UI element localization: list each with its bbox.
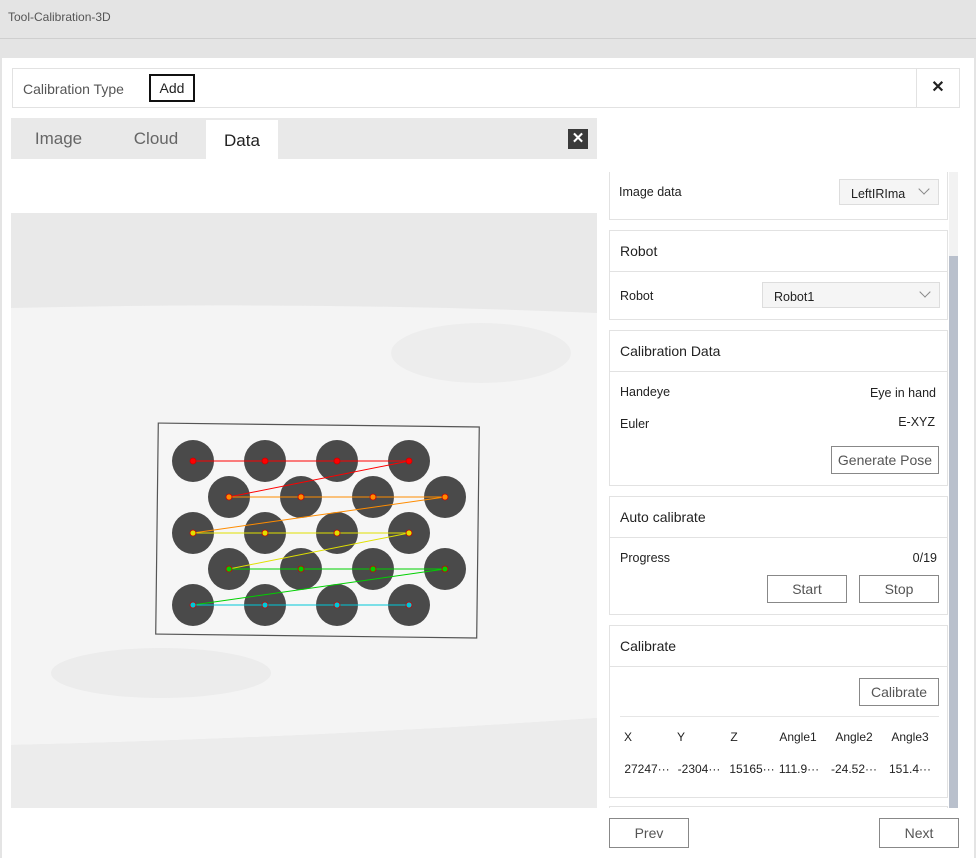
header-z: Z: [730, 730, 738, 744]
robot-label: Robot: [620, 289, 654, 303]
header-angle3: Angle3: [891, 730, 929, 744]
value-y: -2304···: [677, 762, 721, 776]
viewer-panel: Image Cloud Data ✕: [11, 118, 597, 858]
detected-center-marker: [369, 493, 377, 501]
detected-center-marker: [189, 529, 197, 537]
window-title: Tool-Calibration-3D: [8, 10, 111, 24]
header-x: X: [623, 730, 632, 744]
detected-center-marker: [441, 565, 449, 573]
detected-center-marker: [189, 601, 197, 609]
detected-center-marker: [297, 493, 305, 501]
calibration-data-card: Calibration Data Handeye Eye in hand Eul…: [609, 330, 948, 486]
detected-center-marker: [297, 565, 305, 573]
image-data-value: LeftIRIma: [851, 187, 906, 201]
detected-center-marker: [225, 565, 233, 573]
value-angle3: 151.4···: [888, 762, 932, 776]
prev-button[interactable]: Prev: [609, 818, 689, 848]
next-button[interactable]: Next: [879, 818, 959, 848]
detected-center-marker: [333, 529, 341, 537]
robot-card: Robot Robot Robot1: [609, 230, 948, 320]
value-z: 15165···: [729, 762, 775, 776]
calibration-type-label: Calibration Type: [23, 81, 124, 97]
calibrate-button[interactable]: Calibrate: [859, 678, 939, 706]
detected-center-marker: [333, 601, 341, 609]
title-bar: Tool-Calibration-3D: [0, 0, 976, 39]
header-angle1: Angle1: [779, 730, 817, 744]
tab-cloud[interactable]: Cloud: [106, 118, 206, 159]
euler-label: Euler: [620, 417, 650, 431]
settings-panel: Image data LeftIRIma Robot Robot Robot1 …: [609, 172, 949, 808]
handeye-value: Eye in hand: [869, 386, 936, 400]
detected-center-marker: [225, 493, 233, 501]
header-angle2: Angle2: [835, 730, 873, 744]
detected-center-marker: [261, 457, 269, 465]
robot-title: Robot: [610, 231, 947, 272]
close-icon[interactable]: ✕: [916, 69, 959, 107]
start-button[interactable]: Start: [767, 575, 847, 603]
calibration-type-bar: Calibration Type Add ✕: [12, 68, 960, 108]
chevron-down-icon: [918, 183, 930, 195]
calibrate-card: Calibrate Calibrate X Y Z Angle1 Angle2 …: [609, 625, 948, 798]
detected-center-marker: [261, 601, 269, 609]
value-angle2: -24.52···: [830, 762, 877, 776]
calibrate-title: Calibrate: [610, 626, 947, 667]
calibration-image: [11, 213, 597, 808]
progress-label: Progress: [620, 551, 671, 565]
scrollbar-thumb[interactable]: [949, 256, 958, 808]
robot-value: Robot1: [774, 290, 815, 304]
stop-button[interactable]: Stop: [859, 575, 939, 603]
auto-calibrate-title: Auto calibrate: [610, 497, 947, 538]
header-y: Y: [676, 730, 685, 744]
robot-select[interactable]: Robot1: [762, 282, 940, 308]
tab-data[interactable]: Data: [206, 120, 278, 161]
handeye-label: Handeye: [620, 385, 671, 399]
image-data-card: Image data LeftIRIma: [609, 172, 948, 220]
chevron-down-icon: [919, 286, 931, 298]
detected-center-marker: [405, 601, 413, 609]
divider: [620, 716, 939, 717]
generate-pose-button[interactable]: Generate Pose: [831, 446, 939, 474]
scrollbar[interactable]: [949, 172, 958, 808]
value-x: 27247···: [624, 762, 670, 776]
image-data-select[interactable]: LeftIRIma: [839, 179, 939, 205]
euler-value: E-XYZ: [898, 415, 935, 429]
viewer-tabs: Image Cloud Data ✕: [11, 118, 597, 161]
add-button[interactable]: Add: [149, 74, 195, 102]
detected-center-marker: [261, 529, 269, 537]
detected-center-marker: [189, 457, 197, 465]
next-card-edge: [609, 806, 948, 808]
tab-image[interactable]: Image: [11, 118, 106, 159]
progress-value: 0/19: [912, 551, 937, 565]
detected-center-marker: [405, 457, 413, 465]
calibration-image-view[interactable]: [11, 213, 597, 808]
calibration-data-title: Calibration Data: [610, 331, 947, 372]
image-data-label: Image data: [619, 185, 682, 199]
detected-center-marker: [369, 565, 377, 573]
value-angle1: 111.9···: [778, 762, 820, 776]
detected-center-marker: [333, 457, 341, 465]
auto-calibrate-card: Auto calibrate Progress 0/19 Start Stop: [609, 496, 948, 615]
detected-center-marker: [441, 493, 449, 501]
close-icon[interactable]: ✕: [568, 129, 588, 149]
detected-center-marker: [405, 529, 413, 537]
